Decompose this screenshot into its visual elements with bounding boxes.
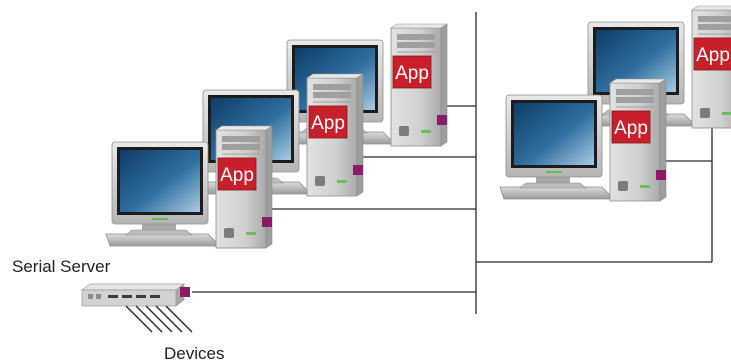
serial-server-label: Serial Server [12, 257, 111, 276]
workstation-left-back: App [280, 23, 448, 147]
app-label: App [311, 113, 345, 134]
serial-server-icon [80, 283, 190, 307]
app-label: App [614, 118, 648, 139]
app-label: App [395, 63, 429, 84]
network-diagram: App App App App App [80, 5, 731, 333]
app-label: App [220, 165, 254, 186]
devices-label: Devices [164, 344, 225, 363]
workstation-left-front: App [105, 125, 273, 249]
workstation-right-front: App [499, 78, 667, 202]
device-cables-icon [125, 305, 193, 333]
app-label: App [696, 45, 730, 66]
